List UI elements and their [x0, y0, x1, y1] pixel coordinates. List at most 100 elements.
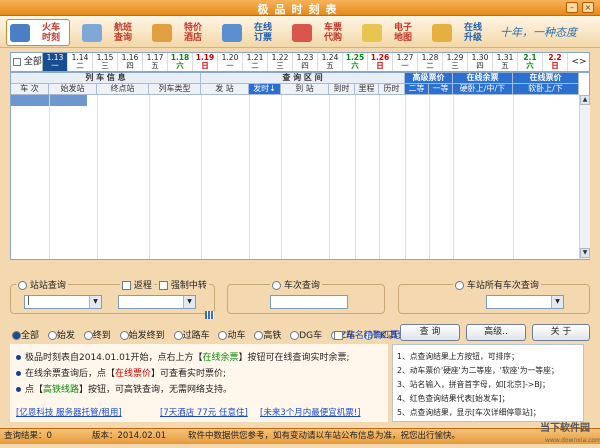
col-train-no[interactable]: 车 次	[11, 84, 49, 95]
toolbar-ticket-agent-button[interactable]: 车票 代购	[288, 19, 352, 46]
filter-dg[interactable]: DG车	[290, 331, 322, 341]
all-dates-checkbox[interactable]: 全部	[11, 53, 43, 71]
filter-label: 全部	[21, 331, 40, 341]
radio-icon	[254, 331, 264, 340]
online-price-link[interactable]: 在线票价	[115, 369, 151, 379]
date-cell[interactable]: 1.21 二	[243, 53, 268, 71]
filter-origin[interactable]: 始发	[47, 331, 75, 341]
date-cell[interactable]: 1.19 日	[193, 53, 218, 71]
date-cell[interactable]: 1.24 五	[318, 53, 343, 71]
date-cell[interactable]: 1.30 四	[468, 53, 493, 71]
to-station-combo[interactable]: ▼	[118, 295, 196, 309]
ad-link-hotel[interactable]: [7天酒店 77元 任意住]	[160, 406, 248, 418]
date-cell[interactable]: 1.22 三	[268, 53, 293, 71]
date-cell[interactable]: 1.16 四	[118, 53, 143, 71]
group-header-online-price: 在线票价	[513, 73, 579, 84]
col-hard-sleeper[interactable]: 硬卧上/中/下	[453, 84, 513, 95]
radio-icon	[12, 331, 21, 340]
checkbox-icon	[122, 281, 131, 290]
toolbar-online-booking-button[interactable]: 在线 订票	[218, 19, 282, 46]
close-icon[interactable]: ×	[582, 2, 594, 13]
highspeed-lines-link[interactable]: 高铁线路	[43, 385, 79, 395]
weekday-label: 五	[326, 61, 334, 70]
filter-origin-terminus[interactable]: 始发终到	[119, 331, 165, 341]
train-query-radio[interactable]: 车次查询	[270, 278, 322, 291]
all-trains-radio[interactable]: 车站所有车次查询	[453, 278, 541, 291]
online-tickets-link[interactable]: 在线余票	[203, 353, 239, 363]
date-cell[interactable]: 1.20 一	[218, 53, 243, 71]
toolbar-hotel-button[interactable]: 特价 酒店	[148, 19, 212, 46]
col-first-class[interactable]: 一等	[429, 84, 453, 95]
date-cell[interactable]: 1.17 五	[143, 53, 168, 71]
date-cell[interactable]: 1.23 四	[293, 53, 318, 71]
date-cell[interactable]: 1.29 三	[443, 53, 468, 71]
weekday-label: 五	[501, 61, 509, 70]
date-cell[interactable]: 1.26 日	[368, 53, 393, 71]
tip-3: 3、站名输入，拼音首字母，如[北京]->BJ；	[397, 380, 550, 389]
exact-match-checkbox[interactable]: 站名精确匹配	[334, 328, 400, 341]
toolbar-map-button[interactable]: 电子 地图	[358, 19, 422, 46]
radio-icon	[119, 331, 129, 340]
toolbar-upgrade-button[interactable]: 在线 升级	[428, 19, 492, 46]
about-button[interactable]: 关 于	[532, 324, 590, 341]
filter-passing[interactable]: 过路车	[173, 331, 210, 341]
radio-icon	[272, 281, 281, 290]
col-train-type[interactable]: 列车类型	[149, 84, 201, 95]
date-cell[interactable]: 1.27 一	[393, 53, 418, 71]
col-arrive-station[interactable]: 到 站	[281, 84, 329, 95]
date-cell[interactable]: 2.2 日	[543, 53, 568, 71]
ad-link-hosting[interactable]: [亿恩科技 服务器托管/租用]	[16, 406, 122, 418]
info-panel: 极品时刻表自2014.01.01开始，点右上方【在线余票】按钮可在线查询实时余票…	[10, 344, 388, 422]
filter-label: 高铁	[263, 331, 282, 341]
chevron-down-icon[interactable]: ▼	[183, 296, 195, 308]
filter-terminus[interactable]: 终到	[83, 331, 111, 341]
date-cell[interactable]: 1.14 二	[68, 53, 93, 71]
toolbar-flight-button[interactable]: 航班 查询	[78, 19, 142, 46]
ad-link-flights[interactable]: [未来3个月内最便宜机票!]	[260, 406, 360, 418]
query-button[interactable]: 查 询	[400, 324, 460, 341]
col-depart-time[interactable]: 发时↓	[249, 84, 281, 95]
grid-icon[interactable]	[205, 311, 214, 319]
weekday-label: 五	[151, 61, 159, 70]
from-station-combo[interactable]: | ▼	[24, 295, 102, 309]
date-cell[interactable]: 1.31 五	[493, 53, 518, 71]
chevron-down-icon[interactable]: ▼	[89, 296, 101, 308]
weekday-label: 四	[126, 61, 134, 70]
date-cell[interactable]: 2.1 六	[518, 53, 543, 71]
col-second-class[interactable]: 二等	[405, 84, 429, 95]
date-cell[interactable]: 1.18 六	[168, 53, 193, 71]
column-divider	[379, 95, 380, 259]
return-checkbox[interactable]: 返程	[120, 278, 154, 291]
date-cell[interactable]: 1.28 二	[418, 53, 443, 71]
train-number-input[interactable]	[270, 295, 348, 309]
date-bar: 全部 1.13 一 1.14 二 1.15 三 1.16 四 1.17 五 1.18 六 1.19 日 1.…	[10, 52, 590, 72]
col-arrive-time[interactable]: 到时	[329, 84, 355, 95]
date-cell[interactable]: 1.15 三	[93, 53, 118, 71]
checkbox-icon	[334, 331, 343, 340]
map-icon	[362, 24, 382, 42]
station-combo[interactable]: ▼	[486, 295, 564, 309]
filter-highspeed[interactable]: 高铁	[254, 331, 281, 341]
minimize-icon[interactable]: –	[566, 2, 578, 13]
col-origin[interactable]: 始发站	[49, 84, 97, 95]
airplane-icon	[82, 24, 102, 42]
col-terminus[interactable]: 终点站	[97, 84, 149, 95]
chevron-down-icon[interactable]: ▼	[551, 296, 563, 308]
date-cell[interactable]: 1.25 六	[343, 53, 368, 71]
scroll-up-icon[interactable]: ▲	[580, 95, 590, 105]
column-divider	[355, 95, 356, 259]
scroll-down-icon[interactable]: ▼	[580, 248, 590, 258]
station-query-radio[interactable]: 站站查询	[16, 278, 68, 291]
toolbar-train-schedule-button[interactable]: 火车 时刻	[6, 19, 70, 46]
col-duration[interactable]: 历时	[379, 84, 405, 95]
filter-emu[interactable]: 动车	[218, 331, 245, 341]
table-vertical-scrollbar[interactable]: ▲ ▼	[579, 95, 590, 259]
col-soft-sleeper[interactable]: 软卧上/下	[513, 84, 579, 95]
date-scroll-arrows[interactable]: <>	[569, 53, 589, 71]
filter-all[interactable]: 全部	[12, 331, 39, 341]
transfer-checkbox[interactable]: 强制中转	[157, 278, 209, 291]
date-cell[interactable]: 1.13 一	[43, 53, 68, 71]
col-distance[interactable]: 里程	[355, 84, 379, 95]
advanced-button[interactable]: 高级..	[466, 324, 526, 341]
col-depart-station[interactable]: 发 站	[201, 84, 249, 95]
